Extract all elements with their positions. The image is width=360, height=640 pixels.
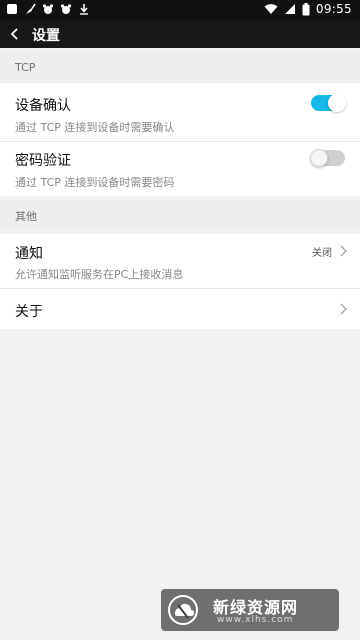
chevron-right-icon	[340, 245, 347, 257]
device-confirm-toggle[interactable]	[311, 94, 346, 112]
watermark: 新绿资源网 www.xlhs.com	[161, 589, 339, 631]
battery-icon	[302, 2, 310, 15]
cloud-logo-icon	[168, 595, 198, 625]
status-bar: 09:55	[0, 0, 360, 20]
setting-description: 通过 TCP 连接到设备时需要确认	[15, 121, 175, 134]
back-arrow-icon[interactable]	[6, 24, 26, 44]
watermark-url: www.xlhs.com	[217, 615, 294, 625]
wifi-icon	[264, 4, 278, 14]
app-icon	[7, 4, 17, 14]
setting-label: 密码验证	[15, 153, 71, 169]
toggle-knob	[310, 149, 328, 167]
section-title-tcp: TCP	[15, 61, 36, 74]
bear-icon	[60, 4, 72, 14]
download-icon	[80, 4, 88, 15]
toggle-knob	[328, 94, 346, 112]
page-title: 设置	[32, 28, 60, 44]
password-verify-toggle[interactable]	[310, 149, 345, 167]
setting-label: 关于	[15, 304, 43, 320]
setting-row-password-verify[interactable]: 密码验证 通过 TCP 连接到设备时需要密码	[0, 142, 360, 196]
setting-row-notification[interactable]: 通知 允许通知监听服务在PC上接收消息 关闭	[0, 234, 360, 288]
chevron-right-icon	[340, 303, 347, 315]
app-bar: 设置	[0, 20, 360, 48]
section-title-other: 其他	[15, 210, 37, 223]
setting-description: 通过 TCP 连接到设备时需要密码	[15, 176, 175, 189]
signal-icon	[284, 4, 295, 14]
setting-label: 通知	[15, 246, 43, 262]
broom-icon	[26, 3, 36, 14]
setting-row-device-confirm[interactable]: 设备确认 通过 TCP 连接到设备时需要确认	[0, 83, 360, 141]
section-header-tcp: TCP	[0, 53, 360, 83]
bear-icon	[42, 4, 54, 14]
setting-description: 允许通知监听服务在PC上接收消息	[15, 268, 184, 281]
notification-status-value: 关闭	[312, 248, 332, 259]
setting-label: 设备确认	[15, 98, 71, 114]
status-bar-right: 09:55	[264, 2, 352, 16]
status-time: 09:55	[315, 2, 352, 16]
section-header-other: 其他	[0, 200, 360, 230]
setting-row-about[interactable]: 关于	[0, 289, 360, 329]
status-bar-left	[6, 3, 90, 15]
